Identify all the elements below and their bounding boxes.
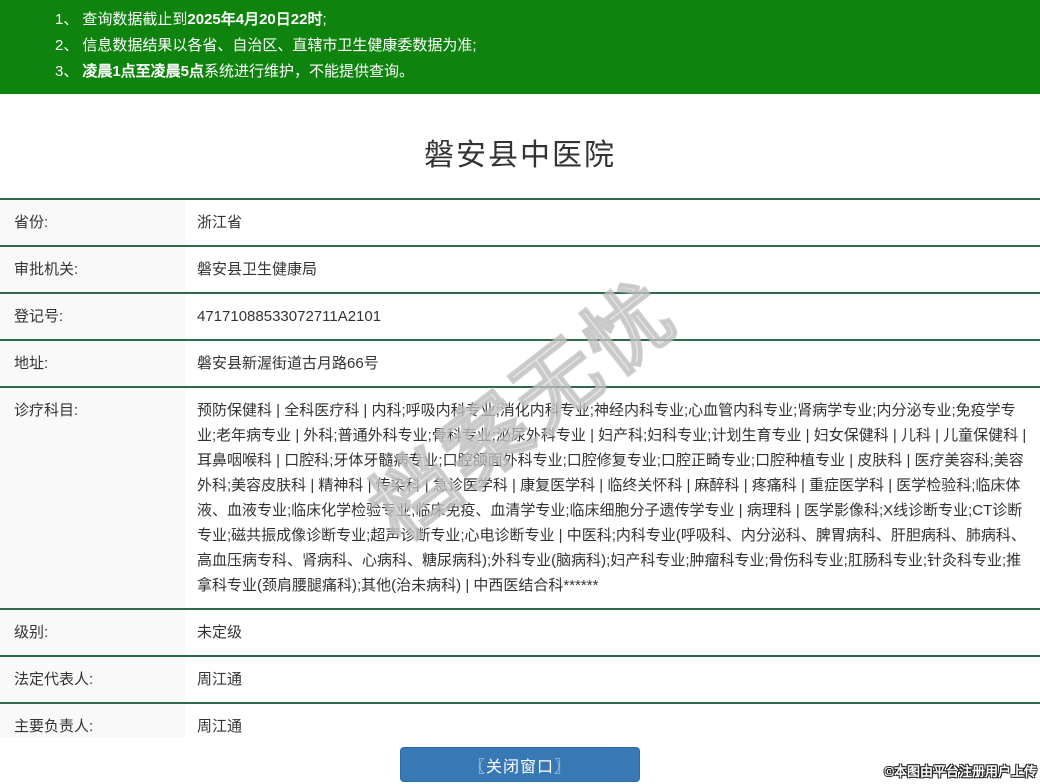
notice-item: 2、 信息数据结果以各省、自治区、直辖市卫生健康委数据为准; <box>55 37 477 54</box>
row-label: 法定代表人: <box>0 657 185 702</box>
notice-item: 3、 凌晨1点至凌晨5点系统进行维护，不能提供查询。 <box>55 63 415 80</box>
table-row: 地址: 磐安县新渥街道古月路66号 <box>0 339 1040 386</box>
notice-list: 1、 查询数据截止到2025年4月20日22时; 2、 信息数据结果以各省、自治区、直… <box>55 7 1020 85</box>
footer-bar: 〖关闭窗口〗 <box>0 737 1040 784</box>
info-table: 省份: 浙江省 审批机关: 磐安县卫生健康局 登记号: 47171088533072711… <box>0 198 1040 749</box>
page-title: 磐安县中医院 <box>424 139 616 172</box>
row-label: 登记号: <box>0 294 185 339</box>
table-row: 诊疗科目: 预防保健科 | 全科医疗科 | 内科;呼吸内科专业;消化内科专业;神经… <box>0 386 1040 608</box>
table-row: 级别: 未定级 <box>0 608 1040 655</box>
row-value: 周江通 <box>197 671 243 688</box>
row-label: 级别: <box>0 610 185 655</box>
row-value: 磐安县卫生健康局 <box>197 261 318 278</box>
table-row: 审批机关: 磐安县卫生健康局 <box>0 245 1040 292</box>
row-label: 省份: <box>0 200 185 245</box>
table-row: 法定代表人: 周江通 <box>0 655 1040 702</box>
table-row: 登记号: 47171088533072711A2101 <box>0 292 1040 339</box>
row-value: 浙江省 <box>197 214 243 231</box>
row-value: 未定级 <box>197 624 243 641</box>
notice-banner: 1、 查询数据截止到2025年4月20日22时; 2、 信息数据结果以各省、自治区、直… <box>0 0 1040 94</box>
row-value: 磐安县新渥街道古月路66号 <box>197 355 379 372</box>
row-label: 地址: <box>0 341 185 386</box>
row-label: 审批机关: <box>0 247 185 292</box>
row-value: 预防保健科 | 全科医疗科 | 内科;呼吸内科专业;消化内科专业;神经内科专业;… <box>197 402 1027 594</box>
close-window-button[interactable]: 〖关闭窗口〗 <box>400 747 640 782</box>
row-value: 47171088533072711A2101 <box>197 308 382 325</box>
notice-item: 1、 查询数据截止到2025年4月20日22时; <box>55 11 327 28</box>
row-label: 诊疗科目: <box>0 388 185 608</box>
table-row: 省份: 浙江省 <box>0 198 1040 245</box>
